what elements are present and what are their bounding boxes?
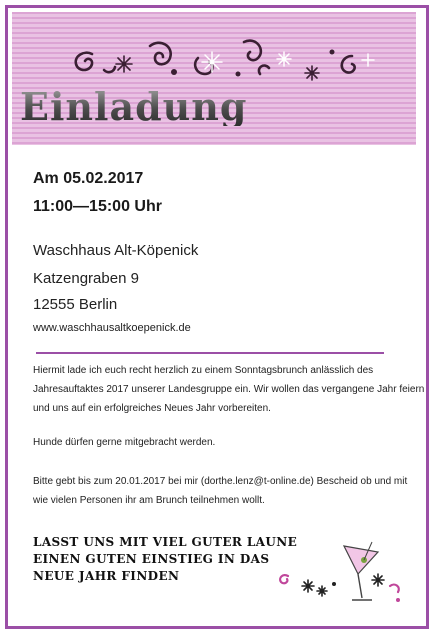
slogan-line-2: EINEN GUTEN EINSTIEG IN DAS: [33, 552, 270, 566]
venue-street: Katzengraben 9: [33, 270, 139, 287]
closing-slogan: LASST UNS MIT VIEL GUTER LAUNE EINEN GUT…: [33, 534, 297, 585]
event-time: 11:00—15:00 Uhr: [33, 198, 162, 215]
dogs-paragraph: Hunde dürfen gerne mitgebracht werden.: [33, 437, 216, 448]
section-divider: [36, 352, 384, 354]
invitation-paragraph: Hiermit lade ich euch recht herzlich zu …: [33, 365, 425, 414]
slogan-line-3: NEUE JAHR FINDEN: [33, 569, 180, 583]
venue-name: Waschhaus Alt-Köpenick: [33, 242, 199, 259]
page-title: Einladung: [20, 84, 248, 129]
venue-website-link[interactable]: www.waschhausaltkoepenick.de: [33, 322, 191, 334]
cocktail-glass-icon: [279, 541, 400, 602]
event-date: Am 05.02.2017: [33, 170, 144, 187]
rsvp-paragraph: Bitte gebt bis zum 20.01.2017 bei mir (d…: [33, 476, 408, 506]
slogan-line-1: LASST UNS MIT VIEL GUTER LAUNE: [33, 535, 298, 549]
venue-city: 12555 Berlin: [33, 296, 118, 313]
